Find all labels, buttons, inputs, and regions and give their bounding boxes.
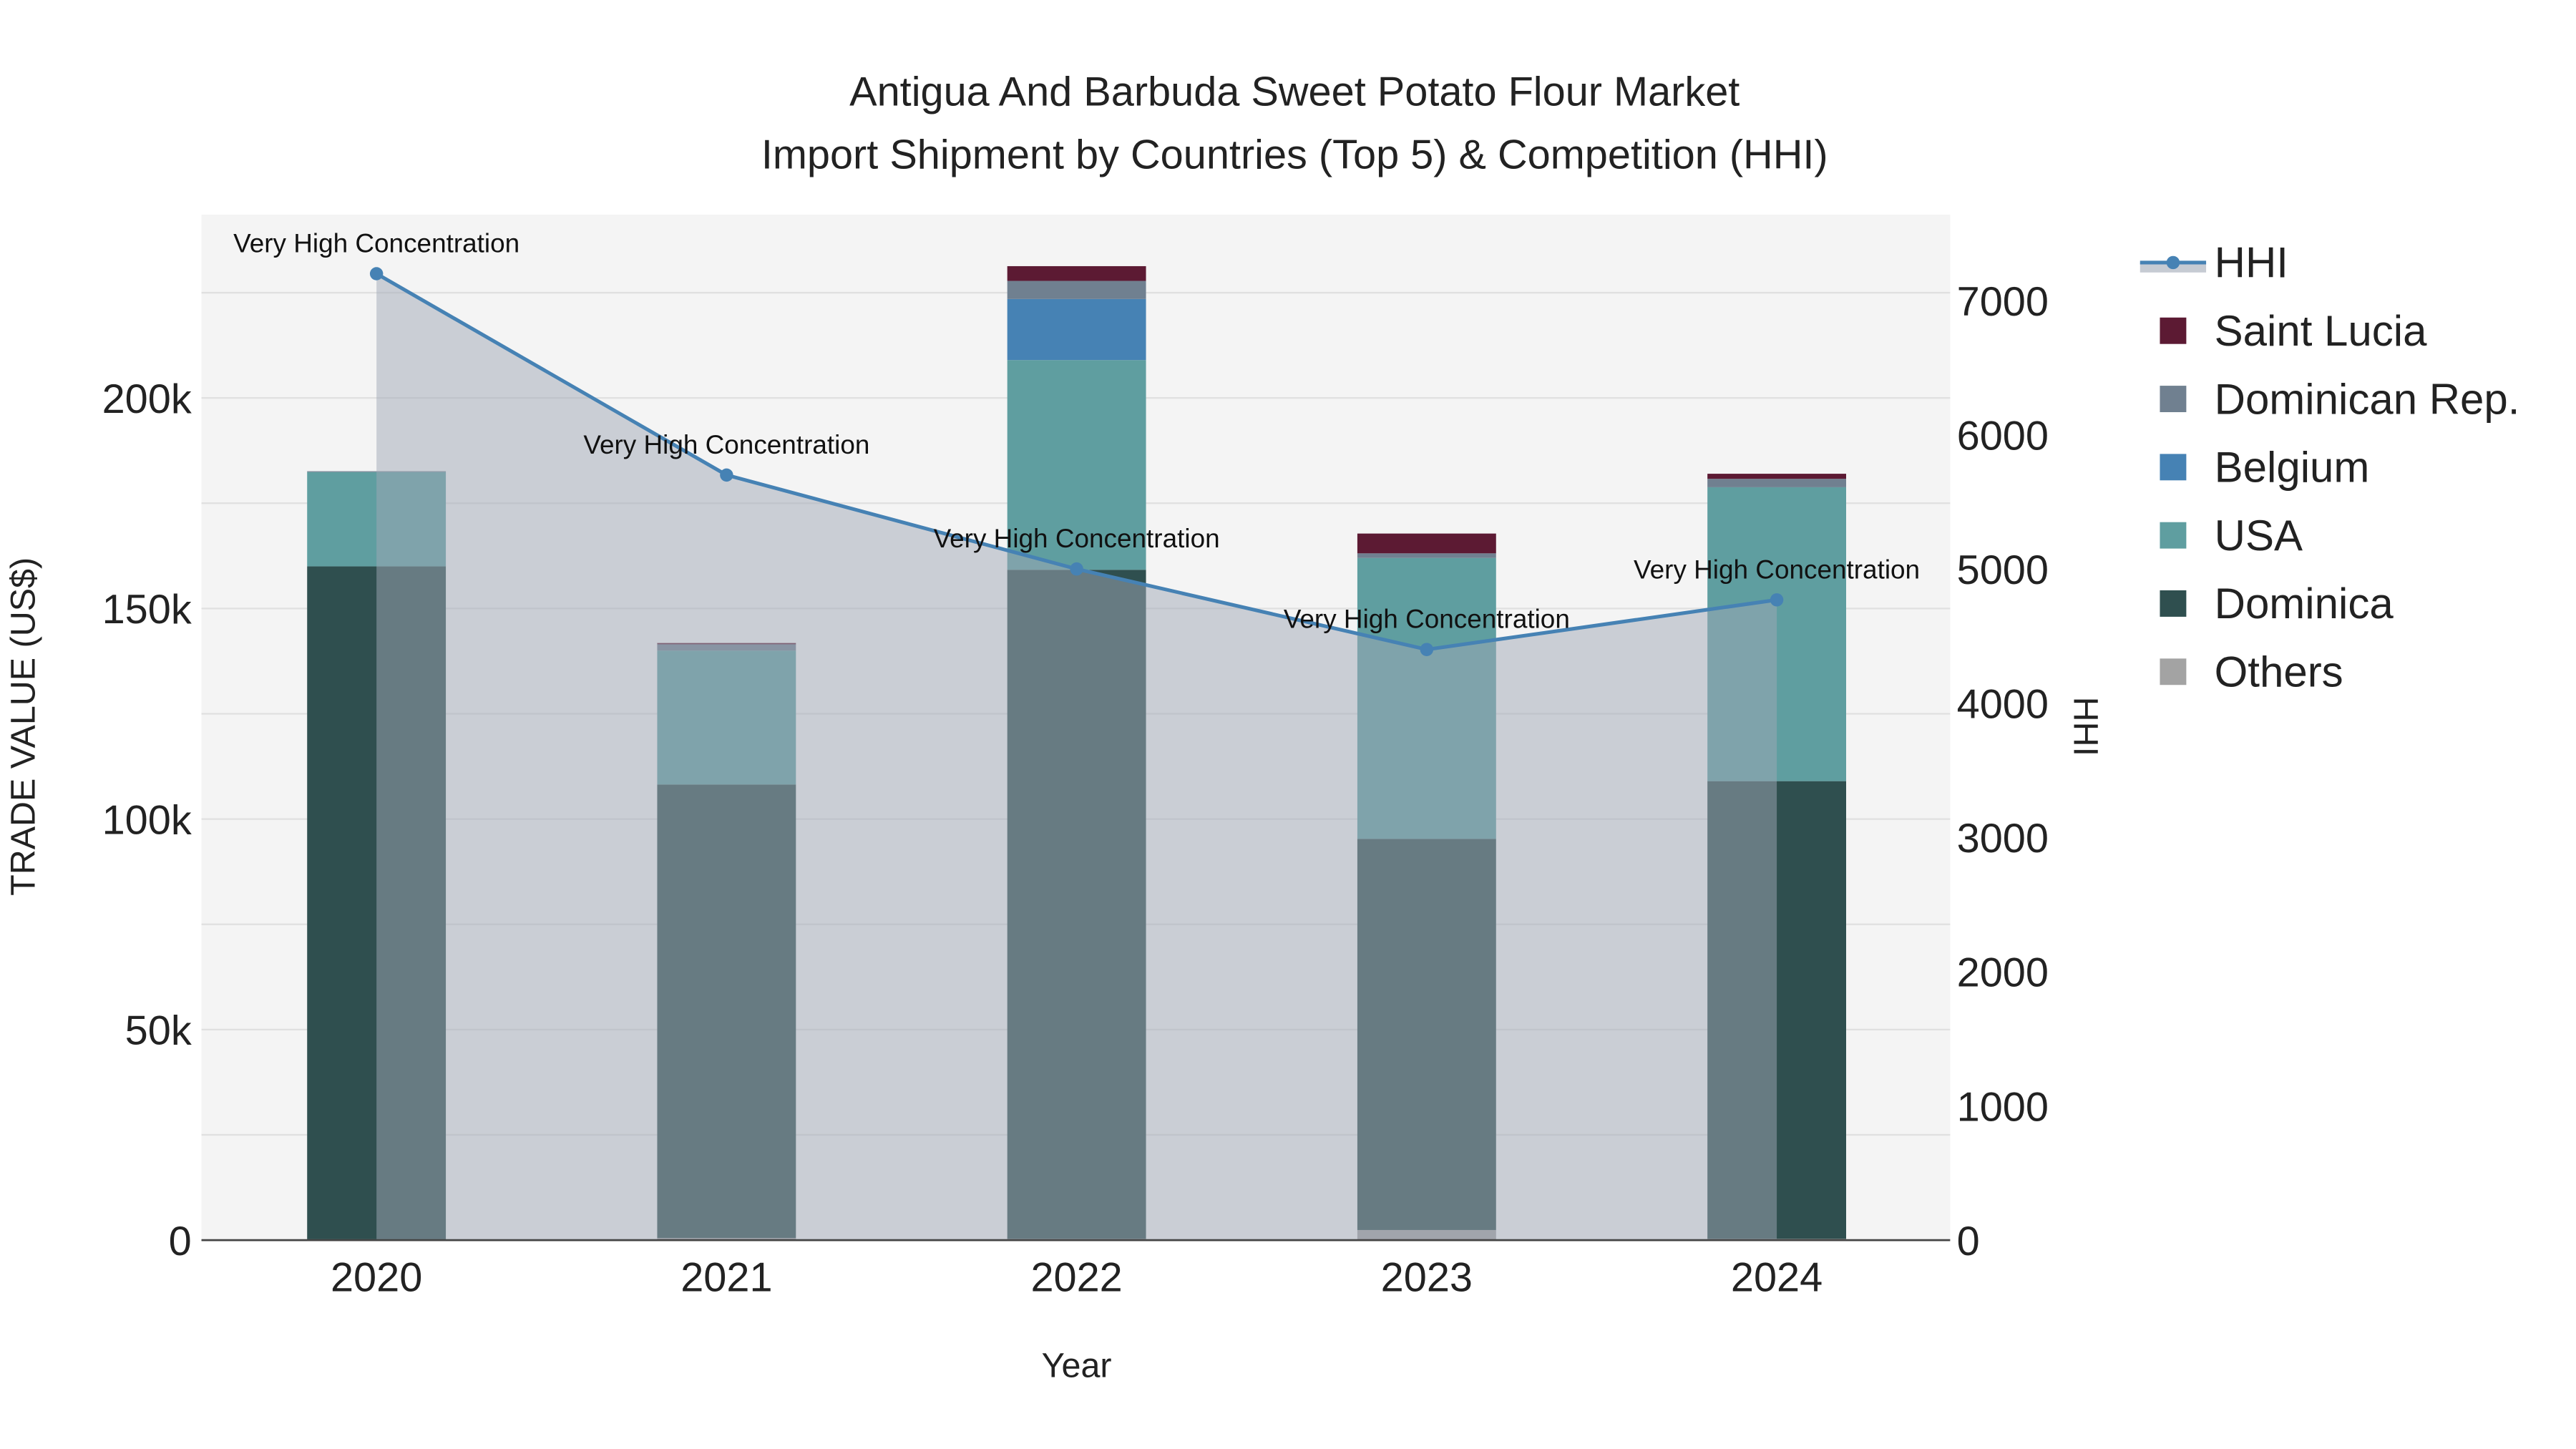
hhi-point-2022[interactable] bbox=[1070, 562, 1083, 576]
hhi-annotation: Very High Concentration bbox=[583, 430, 869, 459]
legend-swatch bbox=[2160, 317, 2187, 344]
legend-swatch bbox=[2160, 522, 2187, 549]
hhi-point-2020[interactable] bbox=[369, 267, 384, 280]
bar-dominican-rep--2022[interactable] bbox=[1007, 280, 1146, 299]
legend-label: Dominica bbox=[2215, 580, 2394, 628]
legend-item-others[interactable]: Others bbox=[2160, 648, 2343, 696]
hhi-point-2023[interactable] bbox=[1420, 643, 1434, 656]
legend-item-saint-lucia[interactable]: Saint Lucia bbox=[2160, 307, 2427, 355]
y2-tick-label: 3000 bbox=[1957, 816, 2049, 862]
legend-item-dominica[interactable]: Dominica bbox=[2160, 580, 2394, 628]
y2-axis-label: HHI bbox=[2066, 697, 2104, 756]
y-tick-label: 50k bbox=[125, 1008, 192, 1054]
legend-item-belgium[interactable]: Belgium bbox=[2160, 444, 2369, 492]
legend-swatch bbox=[2166, 255, 2180, 270]
y2-tick-label: 4000 bbox=[1957, 682, 2049, 728]
legend-swatch bbox=[2160, 454, 2187, 481]
legend-swatch bbox=[2160, 658, 2187, 686]
y-tick-label: 100k bbox=[102, 797, 192, 843]
x-axis-label: Year bbox=[1042, 1347, 1112, 1385]
y-tick-label: 200k bbox=[102, 376, 192, 422]
chart: Very High Concentration Very High Concent… bbox=[4, 69, 2519, 1385]
y-tick-label: 150k bbox=[102, 587, 192, 633]
y2-tick-label: 0 bbox=[1957, 1219, 1980, 1264]
legend-swatch bbox=[2160, 386, 2187, 412]
legend-label: Dominican Rep. bbox=[2215, 375, 2520, 423]
bar-dominican-rep--2024[interactable] bbox=[1707, 479, 1846, 487]
legend-item-dominican-rep-[interactable]: Dominican Rep. bbox=[2160, 375, 2519, 423]
legend: HHI Saint Lucia Dominican Rep. Belgium USA Do… bbox=[2140, 239, 2519, 696]
x-tick-label: 2020 bbox=[331, 1255, 422, 1301]
legend-item-hhi[interactable]: HHI bbox=[2140, 239, 2288, 287]
legend-label: HHI bbox=[2215, 239, 2288, 287]
hhi-annotation: Very High Concentration bbox=[1634, 555, 1920, 584]
y-tick-label: 0 bbox=[169, 1219, 192, 1264]
chart-title: Antigua And Barbuda Sweet Potato Flour M… bbox=[849, 69, 1740, 115]
bar-saint-lucia-2023[interactable] bbox=[1357, 533, 1496, 554]
y2-tick-label: 5000 bbox=[1957, 547, 2049, 593]
hhi-point-2024[interactable] bbox=[1770, 593, 1784, 607]
hhi-point-2021[interactable] bbox=[720, 468, 733, 482]
x-tick-label: 2022 bbox=[1030, 1255, 1122, 1301]
x-tick-label: 2024 bbox=[1731, 1255, 1823, 1301]
y-axis-label: TRADE VALUE (US$) bbox=[4, 557, 42, 896]
x-tick-label: 2021 bbox=[680, 1255, 772, 1301]
legend-label: USA bbox=[2215, 512, 2303, 560]
hhi-annotation: Very High Concentration bbox=[934, 524, 1220, 553]
x-tick-label: 2023 bbox=[1381, 1255, 1473, 1301]
y2-tick-label: 7000 bbox=[1957, 279, 2049, 325]
bar-belgium-2022[interactable] bbox=[1007, 298, 1146, 361]
legend-label: Belgium bbox=[2215, 444, 2370, 492]
y2-tick-label: 6000 bbox=[1957, 413, 2049, 459]
bar-saint-lucia-2022[interactable] bbox=[1007, 265, 1146, 281]
hhi-annotation: Very High Concentration bbox=[233, 228, 519, 258]
hhi-annotation: Very High Concentration bbox=[1284, 605, 1570, 634]
legend-label: Others bbox=[2215, 648, 2343, 696]
y2-tick-label: 2000 bbox=[1957, 950, 2049, 996]
bar-saint-lucia-2024[interactable] bbox=[1707, 474, 1846, 479]
y2-tick-label: 1000 bbox=[1957, 1084, 2049, 1130]
legend-swatch bbox=[2160, 590, 2187, 617]
chart-subtitle: Import Shipment by Countries (Top 5) & C… bbox=[761, 132, 1828, 177]
legend-item-usa[interactable]: USA bbox=[2160, 512, 2303, 560]
bar-dominican-rep--2023[interactable] bbox=[1357, 553, 1496, 558]
legend-label: Saint Lucia bbox=[2215, 307, 2427, 355]
